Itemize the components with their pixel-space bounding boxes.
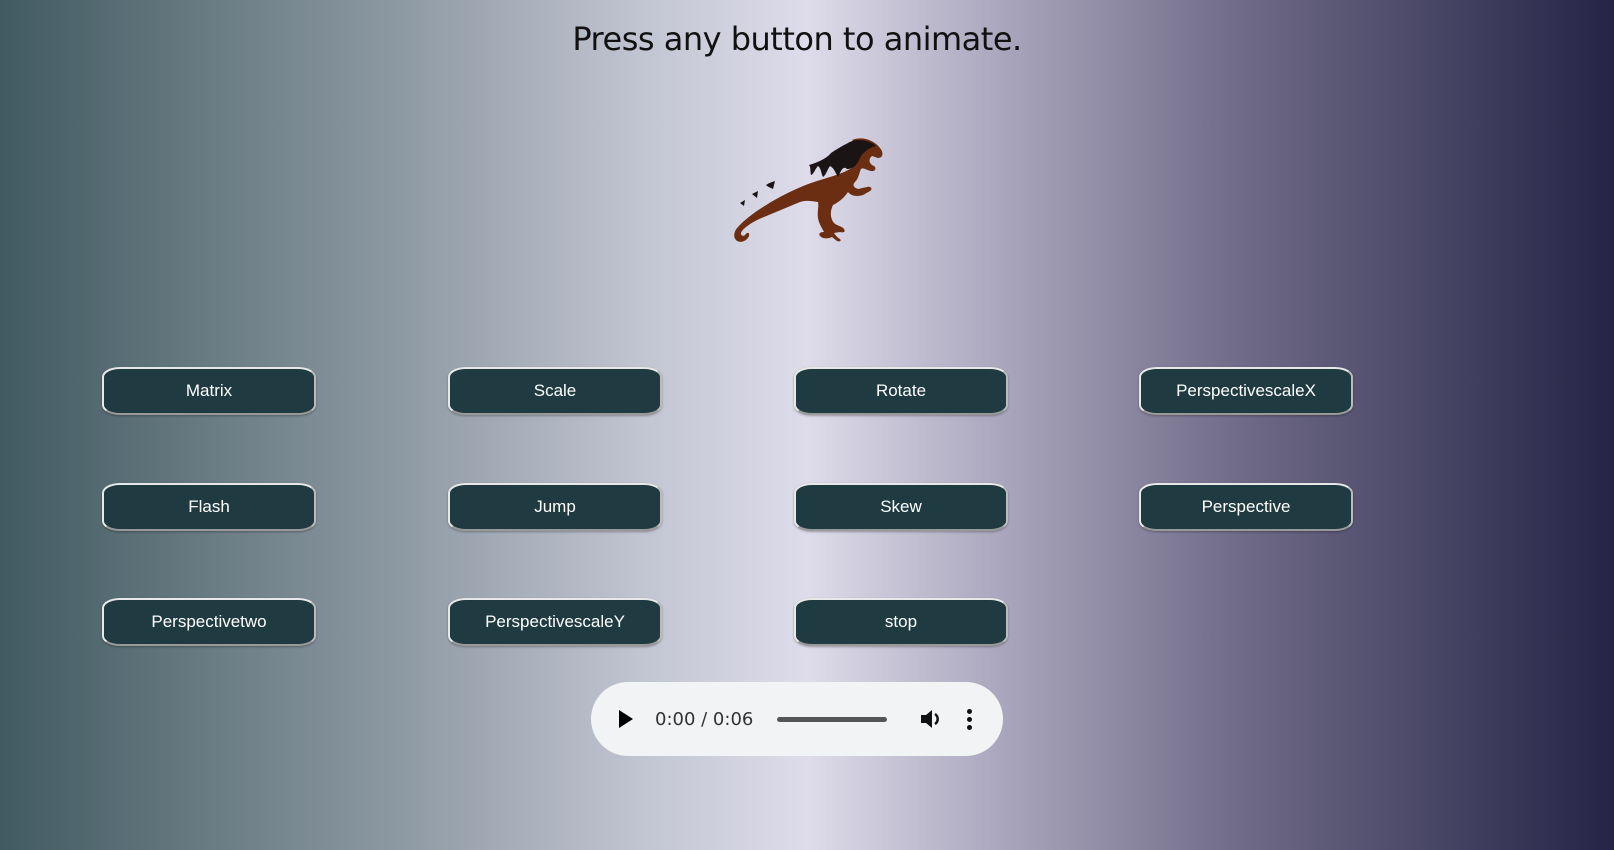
scale-button[interactable]: Scale [448, 367, 662, 415]
matrix-button[interactable]: Matrix [102, 367, 316, 415]
perspectivescaley-button[interactable]: PerspectivescaleY [448, 598, 662, 646]
play-icon[interactable] [619, 710, 633, 728]
perspective-button[interactable]: Perspective [1139, 483, 1353, 531]
audio-player: 0:00 / 0:06 [591, 682, 1003, 756]
perspectivetwo-button[interactable]: Perspectivetwo [102, 598, 316, 646]
audio-seek-slider[interactable] [777, 716, 888, 722]
skew-button[interactable]: Skew [794, 483, 1008, 531]
more-options-icon[interactable] [967, 708, 973, 730]
volume-icon[interactable] [919, 708, 943, 730]
stop-button[interactable]: stop [794, 598, 1008, 646]
dinosaur-image [734, 138, 883, 242]
perspectivescalex-button[interactable]: PerspectivescaleX [1139, 367, 1353, 415]
rotate-button[interactable]: Rotate [794, 367, 1008, 415]
flash-button[interactable]: Flash [102, 483, 316, 531]
page-title: Press any button to animate. [572, 20, 1022, 58]
jump-button[interactable]: Jump [448, 483, 662, 531]
audio-time: 0:00 / 0:06 [655, 708, 754, 730]
